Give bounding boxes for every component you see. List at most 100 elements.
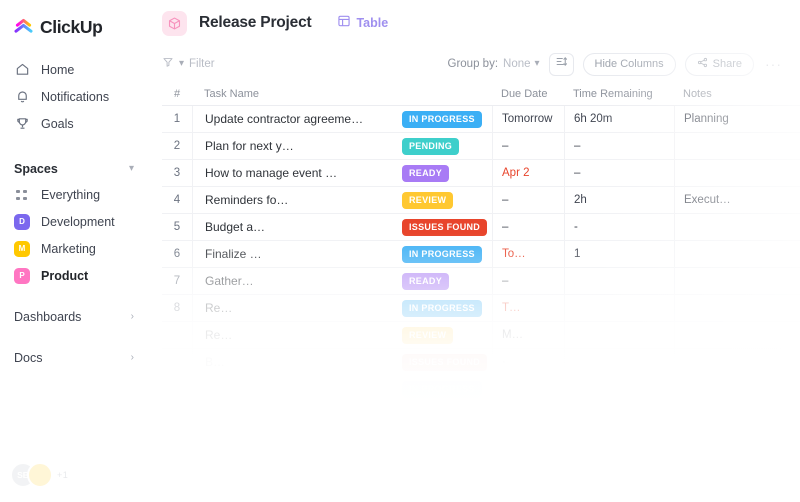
notes-cell[interactable]: [674, 349, 800, 375]
status-badge[interactable]: REVIEW: [402, 327, 453, 344]
time-remaining-cell[interactable]: [564, 268, 674, 294]
status-cell[interactable]: REVIEW: [402, 192, 492, 209]
notes-cell[interactable]: [674, 322, 800, 348]
status-cell[interactable]: IN PROGRESS: [402, 300, 492, 317]
task-name-cell[interactable]: Plan for next y…: [192, 133, 402, 159]
time-remaining-cell[interactable]: [564, 322, 674, 348]
due-date-cell[interactable]: M…: [492, 322, 564, 348]
time-remaining-cell[interactable]: 2h: [564, 187, 674, 213]
table-row[interactable]: 4Reminders fo…REVIEW–2hExecut…: [162, 187, 800, 214]
time-remaining-cell[interactable]: [564, 295, 674, 321]
clickup-logo[interactable]: ClickUp: [0, 14, 150, 40]
sort-button[interactable]: [549, 53, 574, 76]
member-avatar-group[interactable]: SB +1: [10, 462, 68, 488]
sidebar-item-goals[interactable]: Goals: [0, 110, 150, 137]
status-cell[interactable]: READY: [402, 165, 492, 182]
due-date-cell[interactable]: Tomorrow: [492, 106, 564, 132]
table-row[interactable]: 7Gather…READY–: [162, 268, 800, 295]
notes-cell[interactable]: [674, 376, 800, 402]
column-header-due-date[interactable]: Due Date: [492, 82, 564, 105]
status-badge[interactable]: IN PROGRESS: [402, 381, 482, 398]
table-row[interactable]: 6Finalize …IN PROGRESSTo…1: [162, 241, 800, 268]
status-badge[interactable]: READY: [402, 165, 449, 182]
table-row[interactable]: B…ISSUES FOUND ·: [162, 349, 800, 376]
status-badge[interactable]: IN PROGRESS: [402, 111, 482, 128]
time-remaining-cell[interactable]: –: [564, 160, 674, 186]
hide-columns-button[interactable]: Hide Columns: [583, 53, 676, 76]
status-badge[interactable]: IN PROGRESS: [402, 300, 482, 317]
due-date-cell[interactable]: To…: [492, 241, 564, 267]
status-badge[interactable]: REVIEW: [402, 192, 453, 209]
group-by-value[interactable]: None: [503, 58, 531, 70]
due-date-cell[interactable]: Apr 2: [492, 160, 564, 186]
task-name-cell[interactable]: Update contractor agreeme…: [192, 106, 402, 132]
due-date-cell[interactable]: –: [492, 214, 564, 240]
table-row[interactable]: IN PROGRESS: [162, 376, 800, 403]
more-options-button[interactable]: ···: [763, 56, 784, 72]
due-date-cell[interactable]: [492, 376, 564, 402]
notes-cell[interactable]: [674, 295, 800, 321]
chevron-right-icon[interactable]: ›: [131, 353, 134, 363]
table-row[interactable]: 8Re…IN PROGRESST…: [162, 295, 800, 322]
column-header-notes[interactable]: Notes: [674, 82, 800, 105]
share-button[interactable]: Share: [685, 53, 754, 76]
status-cell[interactable]: IN PROGRESS: [402, 381, 492, 398]
due-date-cell[interactable]: –: [492, 268, 564, 294]
notes-cell[interactable]: [674, 160, 800, 186]
task-name-cell[interactable]: Finalize …: [192, 241, 402, 267]
notes-cell[interactable]: Execut…: [674, 187, 800, 213]
status-cell[interactable]: PENDING: [402, 138, 492, 155]
status-badge[interactable]: ISSUES FOUND: [402, 219, 487, 236]
status-cell[interactable]: READY: [402, 273, 492, 290]
chevron-down-icon[interactable]: ▾: [535, 59, 540, 69]
task-name-cell[interactable]: How to manage event …: [192, 160, 402, 186]
status-cell[interactable]: IN PROGRESS: [402, 246, 492, 263]
sidebar-item-product[interactable]: P Product: [0, 262, 150, 289]
task-name-cell[interactable]: Budget a…: [192, 214, 402, 240]
status-badge[interactable]: PENDING: [402, 138, 459, 155]
table-row[interactable]: 3How to manage event …READYApr 2–: [162, 160, 800, 187]
status-badge[interactable]: ISSUES FOUND: [402, 354, 487, 371]
column-header-number[interactable]: #: [162, 88, 192, 100]
time-remaining-cell[interactable]: [564, 349, 674, 375]
time-remaining-cell[interactable]: -: [564, 214, 674, 240]
notes-cell[interactable]: [674, 268, 800, 294]
tab-table[interactable]: Table: [337, 14, 388, 33]
column-header-time-remaining[interactable]: Time Remaining: [564, 82, 674, 105]
notes-cell[interactable]: [674, 133, 800, 159]
column-header-task-name[interactable]: Task Name: [192, 82, 402, 105]
notes-cell[interactable]: [674, 214, 800, 240]
task-name-cell[interactable]: B…: [192, 349, 402, 375]
status-cell[interactable]: ISSUES FOUND: [402, 219, 492, 236]
status-cell[interactable]: REVIEW: [402, 327, 492, 344]
chevron-right-icon[interactable]: ›: [131, 312, 134, 322]
task-name-cell[interactable]: Re…: [192, 295, 402, 321]
time-remaining-cell[interactable]: 6h 20m: [564, 106, 674, 132]
sidebar-item-notifications[interactable]: Notifications: [0, 83, 150, 110]
sidebar-item-everything[interactable]: Everything: [0, 181, 150, 208]
sidebar-item-development[interactable]: D Development: [0, 208, 150, 235]
sidebar-item-marketing[interactable]: M Marketing: [0, 235, 150, 262]
sidebar-item-dashboards[interactable]: Dashboards ›: [0, 303, 150, 330]
due-date-cell[interactable]: –: [492, 187, 564, 213]
status-cell[interactable]: IN PROGRESS: [402, 111, 492, 128]
task-name-cell[interactable]: [192, 376, 402, 402]
chevron-down-icon[interactable]: ▾: [129, 164, 134, 174]
task-name-cell[interactable]: Reminders fo…: [192, 187, 402, 213]
due-date-cell[interactable]: T…: [492, 295, 564, 321]
time-remaining-cell[interactable]: [564, 376, 674, 402]
sidebar-item-home[interactable]: Home: [0, 56, 150, 83]
chevron-down-icon[interactable]: ▾: [179, 59, 184, 69]
due-date-cell[interactable]: –: [492, 133, 564, 159]
task-name-cell[interactable]: Gather…: [192, 268, 402, 294]
sidebar-item-docs[interactable]: Docs ›: [0, 344, 150, 371]
time-remaining-cell[interactable]: –: [564, 133, 674, 159]
notes-cell[interactable]: [674, 241, 800, 267]
status-badge[interactable]: READY: [402, 273, 449, 290]
table-row[interactable]: 5Budget a…ISSUES FOUND–-: [162, 214, 800, 241]
filter-control[interactable]: ▾ Filter: [162, 55, 215, 73]
notes-cell[interactable]: Planning: [674, 106, 800, 132]
due-date-cell[interactable]: ·: [492, 349, 564, 375]
status-cell[interactable]: ISSUES FOUND: [402, 354, 492, 371]
spaces-section-header[interactable]: Spaces ▾: [0, 157, 150, 181]
